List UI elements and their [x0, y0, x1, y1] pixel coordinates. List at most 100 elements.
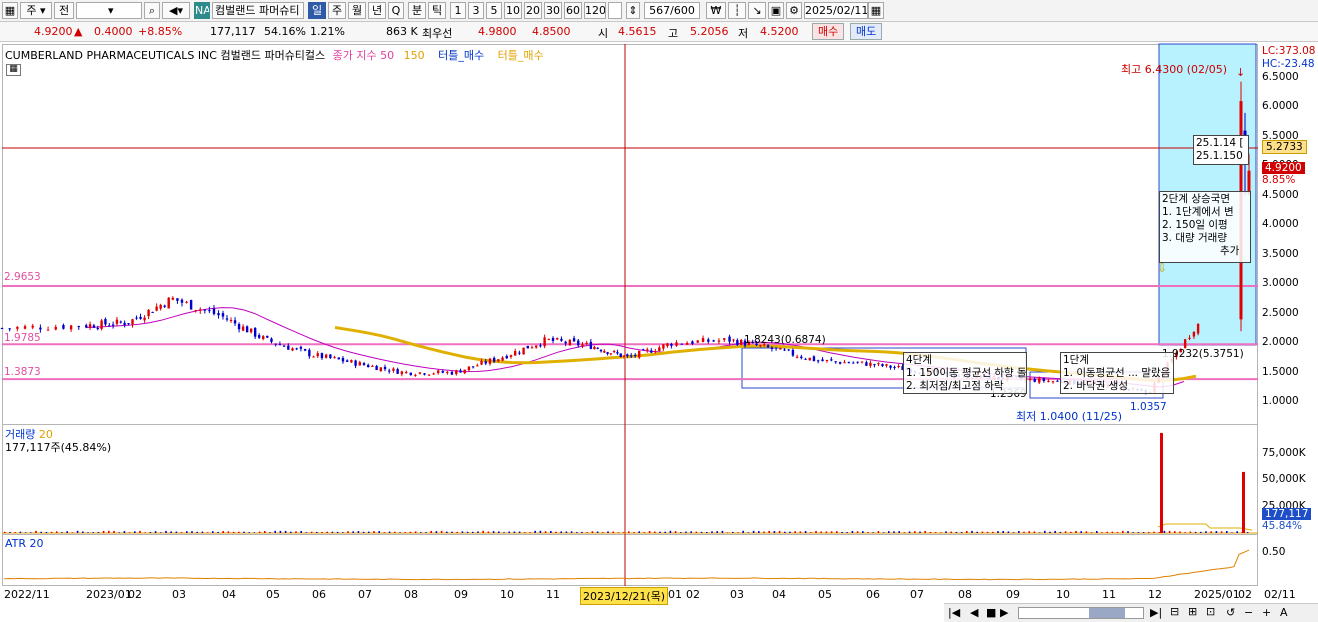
scroll-start-icon[interactable]: |◀ [948, 606, 960, 619]
stage2-note[interactable]: 2단계 상승국면 1. 1단계에서 변 2. 150일 이평 3. 대량 거래량… [1159, 191, 1251, 263]
volume-bar [1200, 531, 1202, 533]
scroll-end-icon[interactable]: ▶| [1150, 606, 1162, 619]
level-label-1387: 1.3873 [4, 366, 41, 378]
volume-bar [706, 532, 708, 533]
legend-ma-50[interactable]: 종가 지수 50 [333, 49, 394, 62]
volume-bar [872, 532, 874, 533]
volume-bar [404, 532, 406, 533]
candle-body [159, 304, 162, 309]
volume-bar [945, 531, 947, 533]
scroll-right-icon[interactable]: ▶ [1000, 606, 1008, 619]
volume-bar [544, 531, 547, 533]
volume-bar [295, 531, 297, 533]
candle-body [291, 348, 294, 351]
volume-bar [40, 531, 42, 533]
legend-ma-150[interactable]: 150 [404, 49, 425, 62]
candle-body [123, 322, 126, 325]
volume-bar [804, 530, 807, 533]
candle-body [860, 361, 864, 363]
stage2-line2: 2. 150일 이평 [1162, 219, 1228, 231]
legend-turtle-buy-1[interactable]: 터틀_매수 [438, 49, 484, 62]
stop-icon[interactable]: ■ [986, 606, 996, 619]
candle-body [893, 366, 896, 368]
volume-bar [238, 531, 240, 533]
volume-bar [227, 531, 230, 533]
price-tag-current: 4.9200 [1262, 162, 1305, 174]
volume-bar [752, 530, 755, 533]
volume-bar [461, 531, 464, 533]
candle-body [171, 297, 175, 300]
volume-bar [440, 530, 443, 533]
candle-body [221, 313, 225, 317]
legend-turtle-buy-2[interactable]: 터틀_매수 [498, 49, 544, 62]
scroll-bar: |◀ ◀ ■ ▶ ▶| ⊟ ⊞ ⊡ ↺ − + A [944, 603, 1318, 622]
volume-bar [97, 532, 100, 533]
scroll-left-icon[interactable]: ◀ [970, 606, 978, 619]
candle-body [88, 324, 92, 328]
candle-body [791, 349, 795, 356]
stage4-note[interactable]: 4단계 1. 150이동 평균선 하향 돌파 후 하락 2. 최저점/최고점 하… [903, 352, 1027, 394]
volume-bar [284, 530, 287, 533]
candle-body [163, 305, 166, 307]
candle-body [787, 349, 790, 351]
volume-bar [908, 531, 911, 533]
candle-body [345, 360, 349, 362]
grid-toggle-icon[interactable]: ▦ [6, 64, 21, 76]
candle-body [662, 344, 665, 349]
volume-bar [14, 532, 16, 533]
volume-bar [196, 531, 198, 533]
volume-bar [1116, 532, 1119, 533]
price-axis-label: 6.0000 [1262, 100, 1299, 112]
candle-body [1028, 378, 1032, 380]
volume-bar [420, 532, 422, 533]
candle-body [488, 358, 492, 364]
rotate-icon[interactable]: ↺ [1226, 606, 1235, 619]
volume-bar [222, 531, 224, 533]
volume-bar [695, 531, 698, 533]
volume-bar [903, 532, 906, 533]
volume-bar [929, 531, 932, 533]
zoom-in-icon[interactable]: ⊞ [1188, 605, 1197, 618]
candle-body [379, 367, 383, 372]
candle-body [535, 345, 538, 348]
volume-bar [898, 531, 900, 533]
candle-body [852, 362, 855, 364]
fit-icon[interactable]: ⊡ [1206, 605, 1215, 618]
volume-ma-line [1157, 523, 1253, 531]
candle-body [437, 370, 440, 374]
candle-body [881, 363, 884, 367]
candle-body [467, 366, 471, 371]
volume-bar [622, 532, 625, 533]
candle-body [501, 357, 504, 361]
time-axis-label: 05 [818, 588, 832, 601]
candle-body [362, 363, 366, 366]
candle-body [77, 326, 80, 328]
zoom-out-icon[interactable]: ⊟ [1170, 605, 1179, 618]
volume-bar [1153, 531, 1155, 533]
candle-body [670, 344, 673, 346]
candle-body [115, 319, 119, 324]
plus-button[interactable]: + [1262, 606, 1271, 619]
font-icon[interactable]: A [1280, 606, 1288, 619]
volume-bar [940, 532, 942, 533]
volume-bar [524, 532, 526, 533]
volume-bar [1059, 531, 1062, 533]
scroll-track[interactable] [1018, 607, 1144, 619]
stage1-note[interactable]: 1단계 1. 이동평균선 ... 말랐음 2. 바닥권 생성 [1060, 352, 1174, 394]
candle-body [151, 311, 154, 313]
volume-bar [1080, 531, 1082, 533]
volume-bar [258, 531, 261, 533]
candle-body [593, 346, 596, 350]
minus-button[interactable]: − [1244, 606, 1253, 619]
volume-axis-label: 50,000K [1262, 473, 1306, 486]
volume-bar [1002, 530, 1004, 533]
volume-bar [170, 531, 172, 533]
date-tag-note[interactable]: 25.1.14 [ 25.1.150 [1193, 135, 1249, 165]
volume-bar [607, 531, 609, 533]
candle-body [804, 358, 807, 360]
volume-bar [815, 530, 817, 533]
scroll-thumb[interactable] [1089, 608, 1125, 618]
volume-bar [628, 531, 630, 533]
high-arrow-icon: ↓ [1236, 66, 1245, 79]
level-label-2965: 2.9653 [4, 271, 41, 283]
